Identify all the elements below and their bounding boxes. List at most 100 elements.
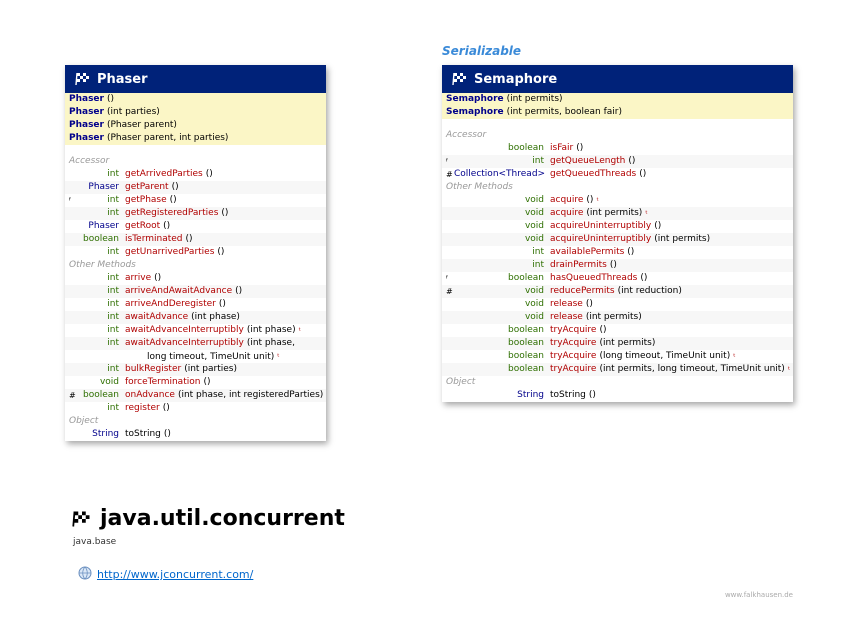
constructor-name[interactable]: Phaser [69, 133, 104, 143]
method-params: () [627, 247, 635, 257]
method-name[interactable]: awaitAdvanceInterruptibly [125, 324, 244, 337]
constructor-row: Phaser() [65, 93, 326, 106]
method-name[interactable]: arrive [125, 272, 151, 285]
method-row: boolean tryAcquire (int permits, long time… [442, 363, 793, 376]
method-name[interactable]: getQueueLength [550, 155, 625, 168]
method-name[interactable]: getArrivedParties [125, 168, 203, 181]
method-row: boolean tryAcquire (int permits) [442, 337, 793, 350]
method-row: ᶠ int getPhase() [65, 194, 326, 207]
return-type: void [524, 208, 544, 218]
object-methods: String toString() [442, 389, 793, 402]
return-type: void [524, 299, 544, 309]
method-name[interactable]: arriveAndAwaitAdvance [125, 285, 232, 298]
constructor-params: (int permits, boolean fair) [506, 107, 622, 117]
method-name[interactable]: isFair [550, 142, 573, 155]
modifier-icon [442, 194, 454, 207]
method-name[interactable]: getRoot [125, 220, 160, 233]
method-row: boolean tryAcquire() [442, 324, 793, 337]
method-name[interactable]: hasQueuedThreads [550, 272, 637, 285]
method-name[interactable]: tryAcquire [550, 337, 596, 350]
method-name[interactable]: getParent [125, 181, 169, 194]
modifier-icon [442, 298, 454, 311]
method-name[interactable]: release [550, 298, 583, 311]
method-name[interactable]: awaitAdvance [125, 311, 188, 324]
method-params: () [218, 299, 226, 309]
footer-credit: www.falkhausen.de [724, 591, 793, 599]
throws-icon: ᵗ [277, 352, 280, 361]
method-name[interactable]: acquireUninterruptibly [550, 220, 651, 233]
method-name[interactable]: tryAcquire [550, 324, 596, 337]
constructor-params: () [106, 94, 115, 104]
semaphore-header: Semaphore [442, 65, 793, 93]
return-type: String [92, 429, 119, 439]
method-name[interactable]: getQueuedThreads [550, 168, 636, 181]
section-label: Accessor [69, 156, 110, 166]
method-name[interactable]: awaitAdvanceInterruptibly [125, 337, 244, 350]
method-name[interactable]: getPhase [125, 194, 167, 207]
constructor-name[interactable]: Phaser [69, 94, 104, 104]
method-row: void forceTermination() [65, 376, 326, 389]
method-name[interactable]: release [550, 311, 583, 324]
constructor-name[interactable]: Phaser [69, 120, 104, 130]
section-label: Object [69, 416, 99, 426]
accessor-list: int getArrivedParties() Phaser getParent() ᶠ… [65, 168, 326, 259]
checkered-flag-icon [75, 72, 91, 86]
modifier-icon [442, 142, 454, 155]
method-params: (long timeout, TimeUnit unit) [599, 351, 731, 361]
throws-icon: ᵗ [787, 365, 791, 374]
package-url-link[interactable]: http://www.jconcurrent.com/ [97, 568, 253, 581]
object-methods: String toString() [65, 428, 326, 441]
modifier-icon [65, 181, 77, 194]
method-row: int availablePermits() [442, 246, 793, 259]
method-row: # boolean onAdvance (int phase, int registe… [65, 389, 326, 402]
constructor-params: (Phaser parent) [106, 120, 177, 130]
method-name[interactable]: drainPermits [550, 259, 607, 272]
method-name[interactable]: acquire [550, 207, 583, 220]
constructor-name[interactable]: Semaphore [446, 94, 504, 104]
throws-icon: ᵗ [298, 326, 301, 335]
modifier-icon [65, 207, 77, 220]
modifier-icon: # [446, 287, 453, 296]
method-name[interactable]: register [125, 402, 160, 415]
method-row: void acquire() ᵗ [442, 194, 793, 207]
method-row: # Collection<Thread> getQueuedThreads() [442, 168, 793, 181]
method-name[interactable]: onAdvance [125, 389, 175, 402]
method-name[interactable]: toString [125, 428, 161, 441]
return-type: boolean [508, 325, 544, 335]
method-name[interactable]: forceTermination [125, 376, 200, 389]
return-type: int [107, 364, 119, 374]
method-name[interactable]: arriveAndDeregister [125, 298, 216, 311]
return-type: int [532, 260, 544, 270]
method-params: () [585, 299, 593, 309]
method-name[interactable]: tryAcquire [550, 363, 596, 376]
method-name[interactable]: getUnarrivedParties [125, 246, 214, 259]
method-row: int register() [65, 402, 326, 415]
method-params: () [576, 143, 584, 153]
method-row: int awaitAdvanceInterruptibly (int phase) ᵗ [65, 324, 326, 337]
modifier-icon [65, 337, 77, 350]
method-name[interactable]: acquire [550, 194, 583, 207]
method-name[interactable]: isTerminated [125, 233, 183, 246]
method-params-continuation: long timeout, TimeUnit unit) ᵗ [65, 350, 326, 363]
method-params: () [628, 156, 636, 166]
constructor-name[interactable]: Semaphore [446, 107, 504, 117]
method-name[interactable]: tryAcquire [550, 350, 596, 363]
method-name[interactable]: toString [550, 389, 586, 402]
method-row: ᶠ boolean hasQueuedThreads() [442, 272, 793, 285]
method-name[interactable]: bulkRegister [125, 363, 181, 376]
method-name[interactable]: acquireUninterruptibly [550, 233, 651, 246]
method-name[interactable]: reducePermits [550, 285, 615, 298]
constructor-params: (int parties) [106, 107, 160, 117]
method-params: () [169, 195, 177, 205]
return-type: void [524, 195, 544, 205]
method-params: () [205, 169, 213, 179]
return-type: Phaser [88, 182, 119, 192]
method-name[interactable]: availablePermits [550, 246, 624, 259]
modifier-icon [65, 246, 77, 259]
method-name[interactable]: getRegisteredParties [125, 207, 218, 220]
method-params: () [599, 325, 607, 335]
method-params: (int phase) [191, 312, 240, 322]
constructor-row: Semaphore (int permits) [442, 93, 793, 106]
constructor-name[interactable]: Phaser [69, 107, 104, 117]
